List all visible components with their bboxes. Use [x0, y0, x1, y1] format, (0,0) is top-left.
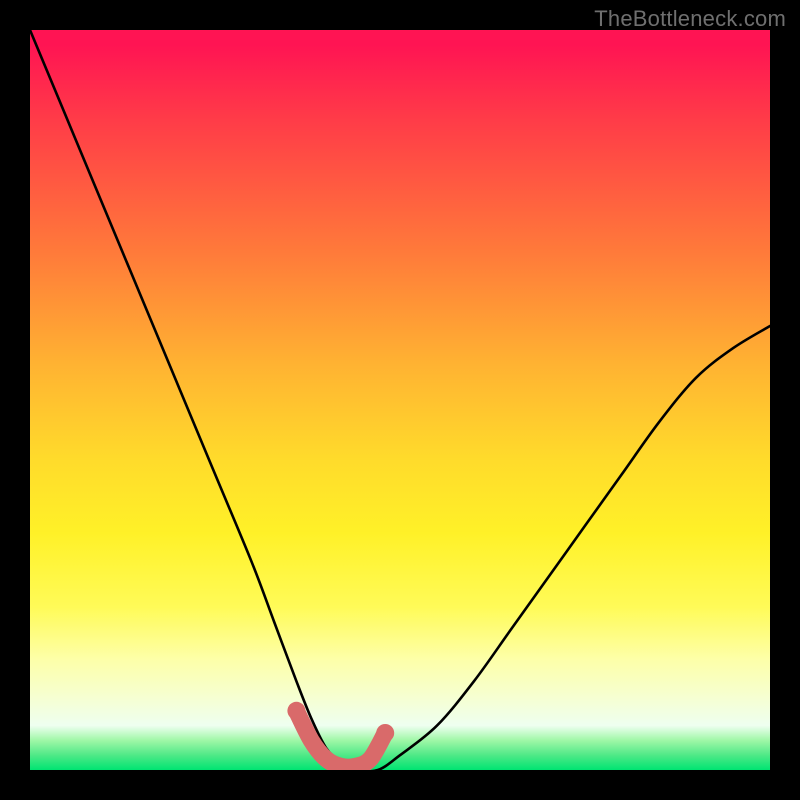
optimal-range-highlight: [296, 711, 385, 767]
watermark-text: TheBottleneck.com: [594, 6, 786, 32]
plot-area: [30, 30, 770, 770]
bottleneck-curve: [30, 30, 770, 770]
chart-frame: TheBottleneck.com: [0, 0, 800, 800]
curve-layer: [30, 30, 770, 770]
highlight-dot: [287, 702, 305, 720]
highlight-dot: [376, 724, 394, 742]
